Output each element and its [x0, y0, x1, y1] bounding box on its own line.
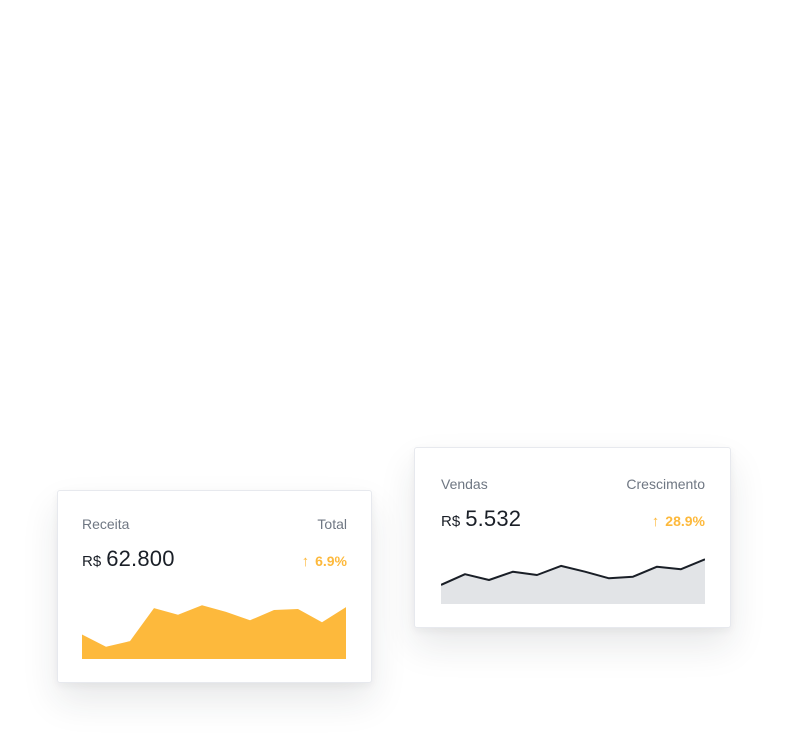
sales-card[interactable]: Vendas Crescimento R$ 5.532 ↑ 28.9% — [414, 447, 731, 628]
sales-value: R$ 5.532 — [441, 506, 521, 532]
area-fill — [441, 559, 705, 604]
revenue-currency: R$ — [82, 553, 102, 570]
revenue-value: R$ 62.800 — [82, 546, 175, 572]
sales-header-row: Vendas Crescimento — [441, 476, 705, 492]
sales-line-chart — [441, 558, 705, 604]
sales-title: Vendas — [441, 476, 488, 492]
sales-currency: R$ — [441, 513, 461, 530]
area-fill — [82, 605, 346, 659]
sales-value-row: R$ 5.532 ↑ 28.9% — [441, 506, 705, 532]
sales-growth-label: Crescimento — [626, 476, 705, 492]
revenue-area-chart — [82, 605, 346, 659]
revenue-growth-value: 6.9% — [315, 553, 347, 569]
canvas: Receita Total R$ 62.800 ↑ 6.9% Vendas Cr… — [0, 0, 796, 740]
revenue-card[interactable]: Receita Total R$ 62.800 ↑ 6.9% — [57, 490, 372, 683]
revenue-growth: ↑ 6.9% — [302, 553, 347, 570]
sales-growth-value: 28.9% — [665, 513, 705, 529]
revenue-title: Receita — [82, 516, 130, 532]
revenue-value-row: R$ 62.800 ↑ 6.9% — [82, 546, 347, 572]
sales-growth: ↑ 28.9% — [652, 513, 705, 530]
sales-amount: 5.532 — [465, 506, 522, 531]
revenue-header-row: Receita Total — [82, 516, 347, 532]
arrow-up-icon: ↑ — [301, 553, 310, 570]
revenue-amount: 62.800 — [106, 546, 175, 571]
arrow-up-icon: ↑ — [651, 513, 660, 530]
revenue-total-label: Total — [317, 516, 347, 532]
